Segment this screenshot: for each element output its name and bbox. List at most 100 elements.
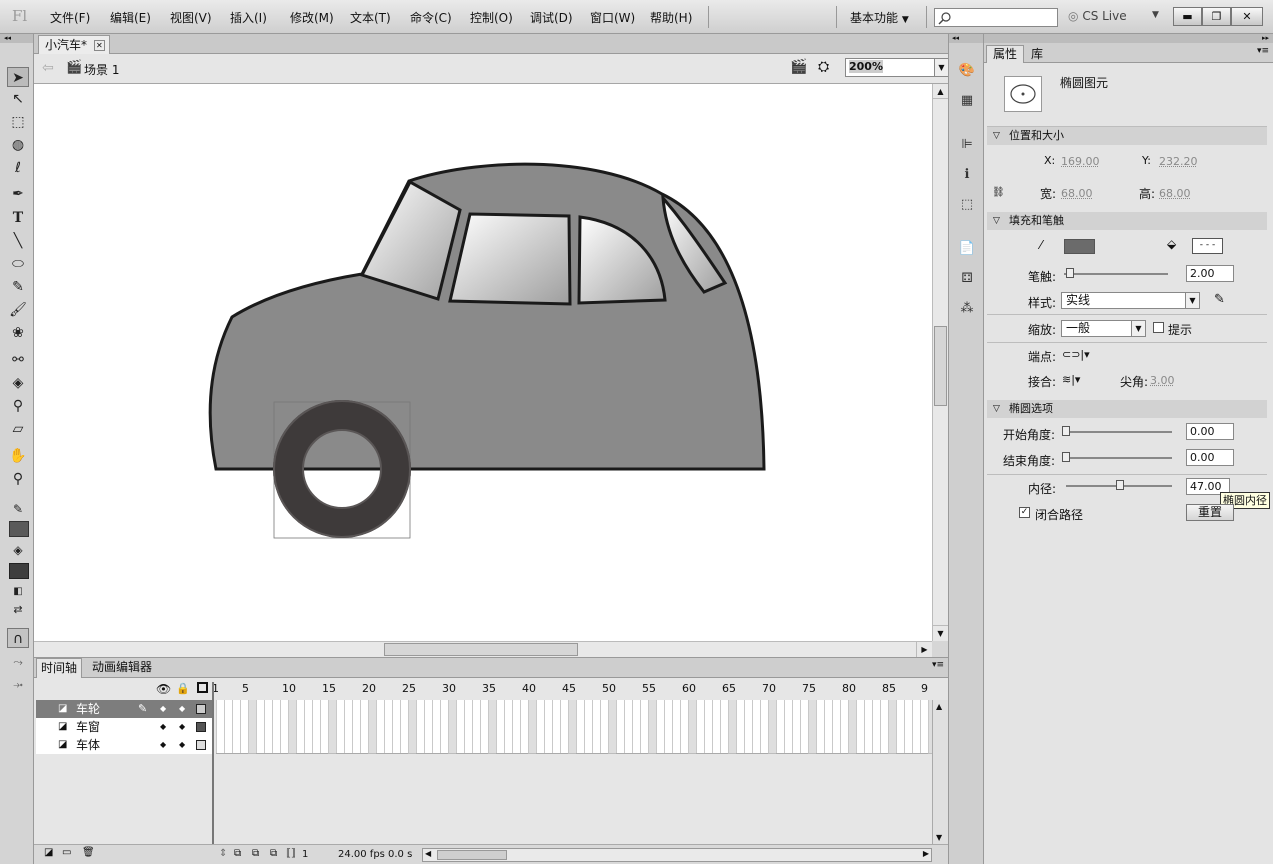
section-oval-options[interactable]: ▽ 椭圆选项 bbox=[987, 400, 1267, 418]
menu-insert[interactable]: 插入(I) bbox=[230, 9, 267, 26]
frame-grid[interactable] bbox=[216, 700, 932, 754]
oval-tool-icon[interactable]: ⬭ bbox=[7, 254, 29, 274]
visibility-dot[interactable]: ◆ bbox=[160, 736, 166, 754]
pen-tool-icon[interactable]: ✒ bbox=[7, 184, 29, 204]
stroke-input[interactable]: 2.00 bbox=[1186, 265, 1234, 282]
delete-icon[interactable]: 🗑 bbox=[82, 847, 95, 858]
layer-color-swatch[interactable] bbox=[196, 704, 206, 714]
vertical-scrollbar[interactable]: ▲ ▼ bbox=[932, 84, 948, 641]
collapse-icon[interactable]: ◂◂ bbox=[0, 34, 33, 43]
line-tool-icon[interactable]: ╲ bbox=[7, 231, 29, 251]
scroll-up-icon[interactable]: ▲ bbox=[936, 702, 942, 711]
collapse-icon[interactable]: ◂◂ bbox=[949, 34, 983, 43]
cap-type-icon[interactable]: ⊂⊃|▾ bbox=[1062, 348, 1090, 361]
scroll-left-icon[interactable]: ◀ bbox=[425, 849, 431, 858]
x-value[interactable]: 169.00 bbox=[1061, 155, 1100, 168]
components-icon[interactable]: ⚃ bbox=[958, 270, 976, 288]
onion-skin-icon[interactable]: ⧉ bbox=[234, 848, 241, 859]
playhead[interactable] bbox=[212, 682, 214, 848]
scroll-down-icon[interactable]: ▼ bbox=[936, 833, 942, 842]
visibility-dot[interactable]: ◆ bbox=[160, 718, 166, 736]
menu-control[interactable]: 控制(O) bbox=[470, 9, 513, 26]
maximize-button[interactable]: ❐ bbox=[1202, 7, 1231, 26]
section-position-size[interactable]: ▽ 位置和大小 bbox=[987, 127, 1267, 145]
start-angle-slider-thumb[interactable] bbox=[1062, 426, 1070, 436]
paint-bucket-tool-icon[interactable]: ◈ bbox=[7, 373, 29, 393]
straighten-icon[interactable]: ⤞ bbox=[7, 674, 29, 694]
scroll-right-icon[interactable]: ▶ bbox=[923, 849, 929, 858]
timeline-vscroll[interactable]: ▲ ▼ bbox=[932, 700, 948, 844]
tab-library[interactable]: 库 bbox=[1026, 46, 1048, 63]
inner-radius-slider-thumb[interactable] bbox=[1115, 480, 1124, 490]
collapse-icon[interactable]: ▸▸ bbox=[984, 34, 1273, 43]
layer-color-swatch[interactable] bbox=[196, 722, 206, 732]
3d-rotation-tool-icon[interactable]: ◍ bbox=[7, 135, 29, 155]
scale-select[interactable]: 一般 ▼ bbox=[1061, 320, 1146, 337]
horizontal-scroll-thumb[interactable] bbox=[384, 643, 578, 656]
stroke-color-icon[interactable]: ✎ bbox=[7, 499, 29, 519]
new-folder-icon[interactable]: ▭ bbox=[62, 847, 71, 858]
menu-file[interactable]: 文件(F) bbox=[50, 9, 90, 26]
lock-dot[interactable]: ◆ bbox=[179, 718, 185, 736]
smooth-icon[interactable]: ⤳ bbox=[7, 652, 29, 672]
transform-panel-icon[interactable]: ⬚ bbox=[958, 196, 976, 214]
lock-dot[interactable]: ◆ bbox=[179, 700, 185, 718]
edit-symbols-icon[interactable]: ⛭ bbox=[818, 59, 829, 75]
scroll-up-icon[interactable]: ▲ bbox=[933, 84, 948, 99]
stroke-color-swatch[interactable] bbox=[9, 521, 29, 537]
menu-help[interactable]: 帮助(H) bbox=[650, 9, 692, 26]
onion-markers-icon[interactable]: ⟦⟧ bbox=[286, 848, 296, 859]
frame-ruler[interactable]: 1 5 10 15 20 25 30 35 40 45 50 55 60 65 … bbox=[212, 678, 912, 700]
timeline-scroll-thumb[interactable] bbox=[437, 850, 507, 860]
lasso-tool-icon[interactable]: ℓ bbox=[7, 158, 29, 178]
menu-edit[interactable]: 编辑(E) bbox=[110, 9, 151, 26]
snap-magnet-icon[interactable]: ∩ bbox=[7, 628, 29, 648]
info-panel-icon[interactable]: ℹ bbox=[958, 166, 976, 184]
reset-button[interactable]: 重置 bbox=[1186, 504, 1234, 521]
lock-icon[interactable]: 🔒 bbox=[176, 682, 190, 695]
horizontal-scrollbar[interactable]: ▶ bbox=[34, 641, 932, 657]
free-transform-tool-icon[interactable]: ⬚ bbox=[7, 112, 29, 132]
close-button[interactable]: ✕ bbox=[1231, 7, 1263, 26]
tab-properties[interactable]: 属性 bbox=[986, 45, 1025, 63]
minimize-button[interactable]: ▬ bbox=[1173, 7, 1202, 26]
scroll-right-icon[interactable]: ▶ bbox=[916, 642, 932, 657]
code-snippets-icon[interactable]: 📄 bbox=[958, 240, 976, 258]
visibility-dot[interactable]: ◆ bbox=[160, 700, 166, 718]
motion-presets-icon[interactable]: ⁂ bbox=[958, 300, 976, 318]
tab-motion-editor[interactable]: 动画编辑器 bbox=[88, 658, 156, 678]
zoom-select[interactable]: 200% ▼ bbox=[845, 58, 949, 77]
menu-text[interactable]: 文本(T) bbox=[350, 9, 391, 26]
scroll-down-icon[interactable]: ▼ bbox=[933, 625, 948, 640]
stage-canvas[interactable] bbox=[34, 84, 932, 641]
frame-rate[interactable]: 24.00 fps bbox=[338, 849, 385, 860]
start-angle-input[interactable]: 0.00 bbox=[1186, 423, 1234, 440]
chevron-down-icon[interactable]: ▼ bbox=[1152, 10, 1159, 20]
hand-tool-icon[interactable]: ✋ bbox=[7, 446, 29, 466]
lock-dot[interactable]: ◆ bbox=[179, 736, 185, 754]
zoom-tool-icon[interactable]: ⚲ bbox=[7, 469, 29, 489]
workspace-switcher[interactable]: 基本功能 ▼ bbox=[850, 9, 909, 26]
subselection-tool-icon[interactable]: ↖ bbox=[7, 89, 29, 109]
back-arrow-icon[interactable]: ⇦ bbox=[42, 60, 54, 76]
edit-multiple-frames-icon[interactable]: ⧉ bbox=[270, 848, 277, 859]
edit-stroke-style-icon[interactable]: ✎ bbox=[1214, 292, 1225, 307]
vertical-scroll-thumb[interactable] bbox=[934, 326, 947, 406]
help-search-input[interactable] bbox=[934, 8, 1058, 27]
style-select[interactable]: 实线 ▼ bbox=[1061, 292, 1200, 309]
deco-tool-icon[interactable]: ❀ bbox=[7, 323, 29, 343]
hint-checkbox[interactable] bbox=[1153, 322, 1164, 333]
panel-menu-icon[interactable]: ▾≡ bbox=[1257, 46, 1269, 56]
start-angle-slider-track[interactable] bbox=[1064, 431, 1172, 433]
close-icon[interactable]: ✕ bbox=[93, 40, 105, 51]
stroke-slider-track[interactable] bbox=[1064, 273, 1168, 275]
end-angle-input[interactable]: 0.00 bbox=[1186, 449, 1234, 466]
cs-live-button[interactable]: ◎ CS Live bbox=[1068, 9, 1127, 23]
close-path-checkbox[interactable]: ✓ bbox=[1019, 507, 1030, 518]
end-angle-slider-thumb[interactable] bbox=[1062, 452, 1070, 462]
outline-icon[interactable] bbox=[197, 682, 208, 693]
menu-view[interactable]: 视图(V) bbox=[170, 9, 212, 26]
y-value[interactable]: 232.20 bbox=[1159, 155, 1198, 168]
menu-modify[interactable]: 修改(M) bbox=[290, 9, 334, 26]
document-tab[interactable]: 小汽车* ✕ bbox=[38, 35, 110, 54]
